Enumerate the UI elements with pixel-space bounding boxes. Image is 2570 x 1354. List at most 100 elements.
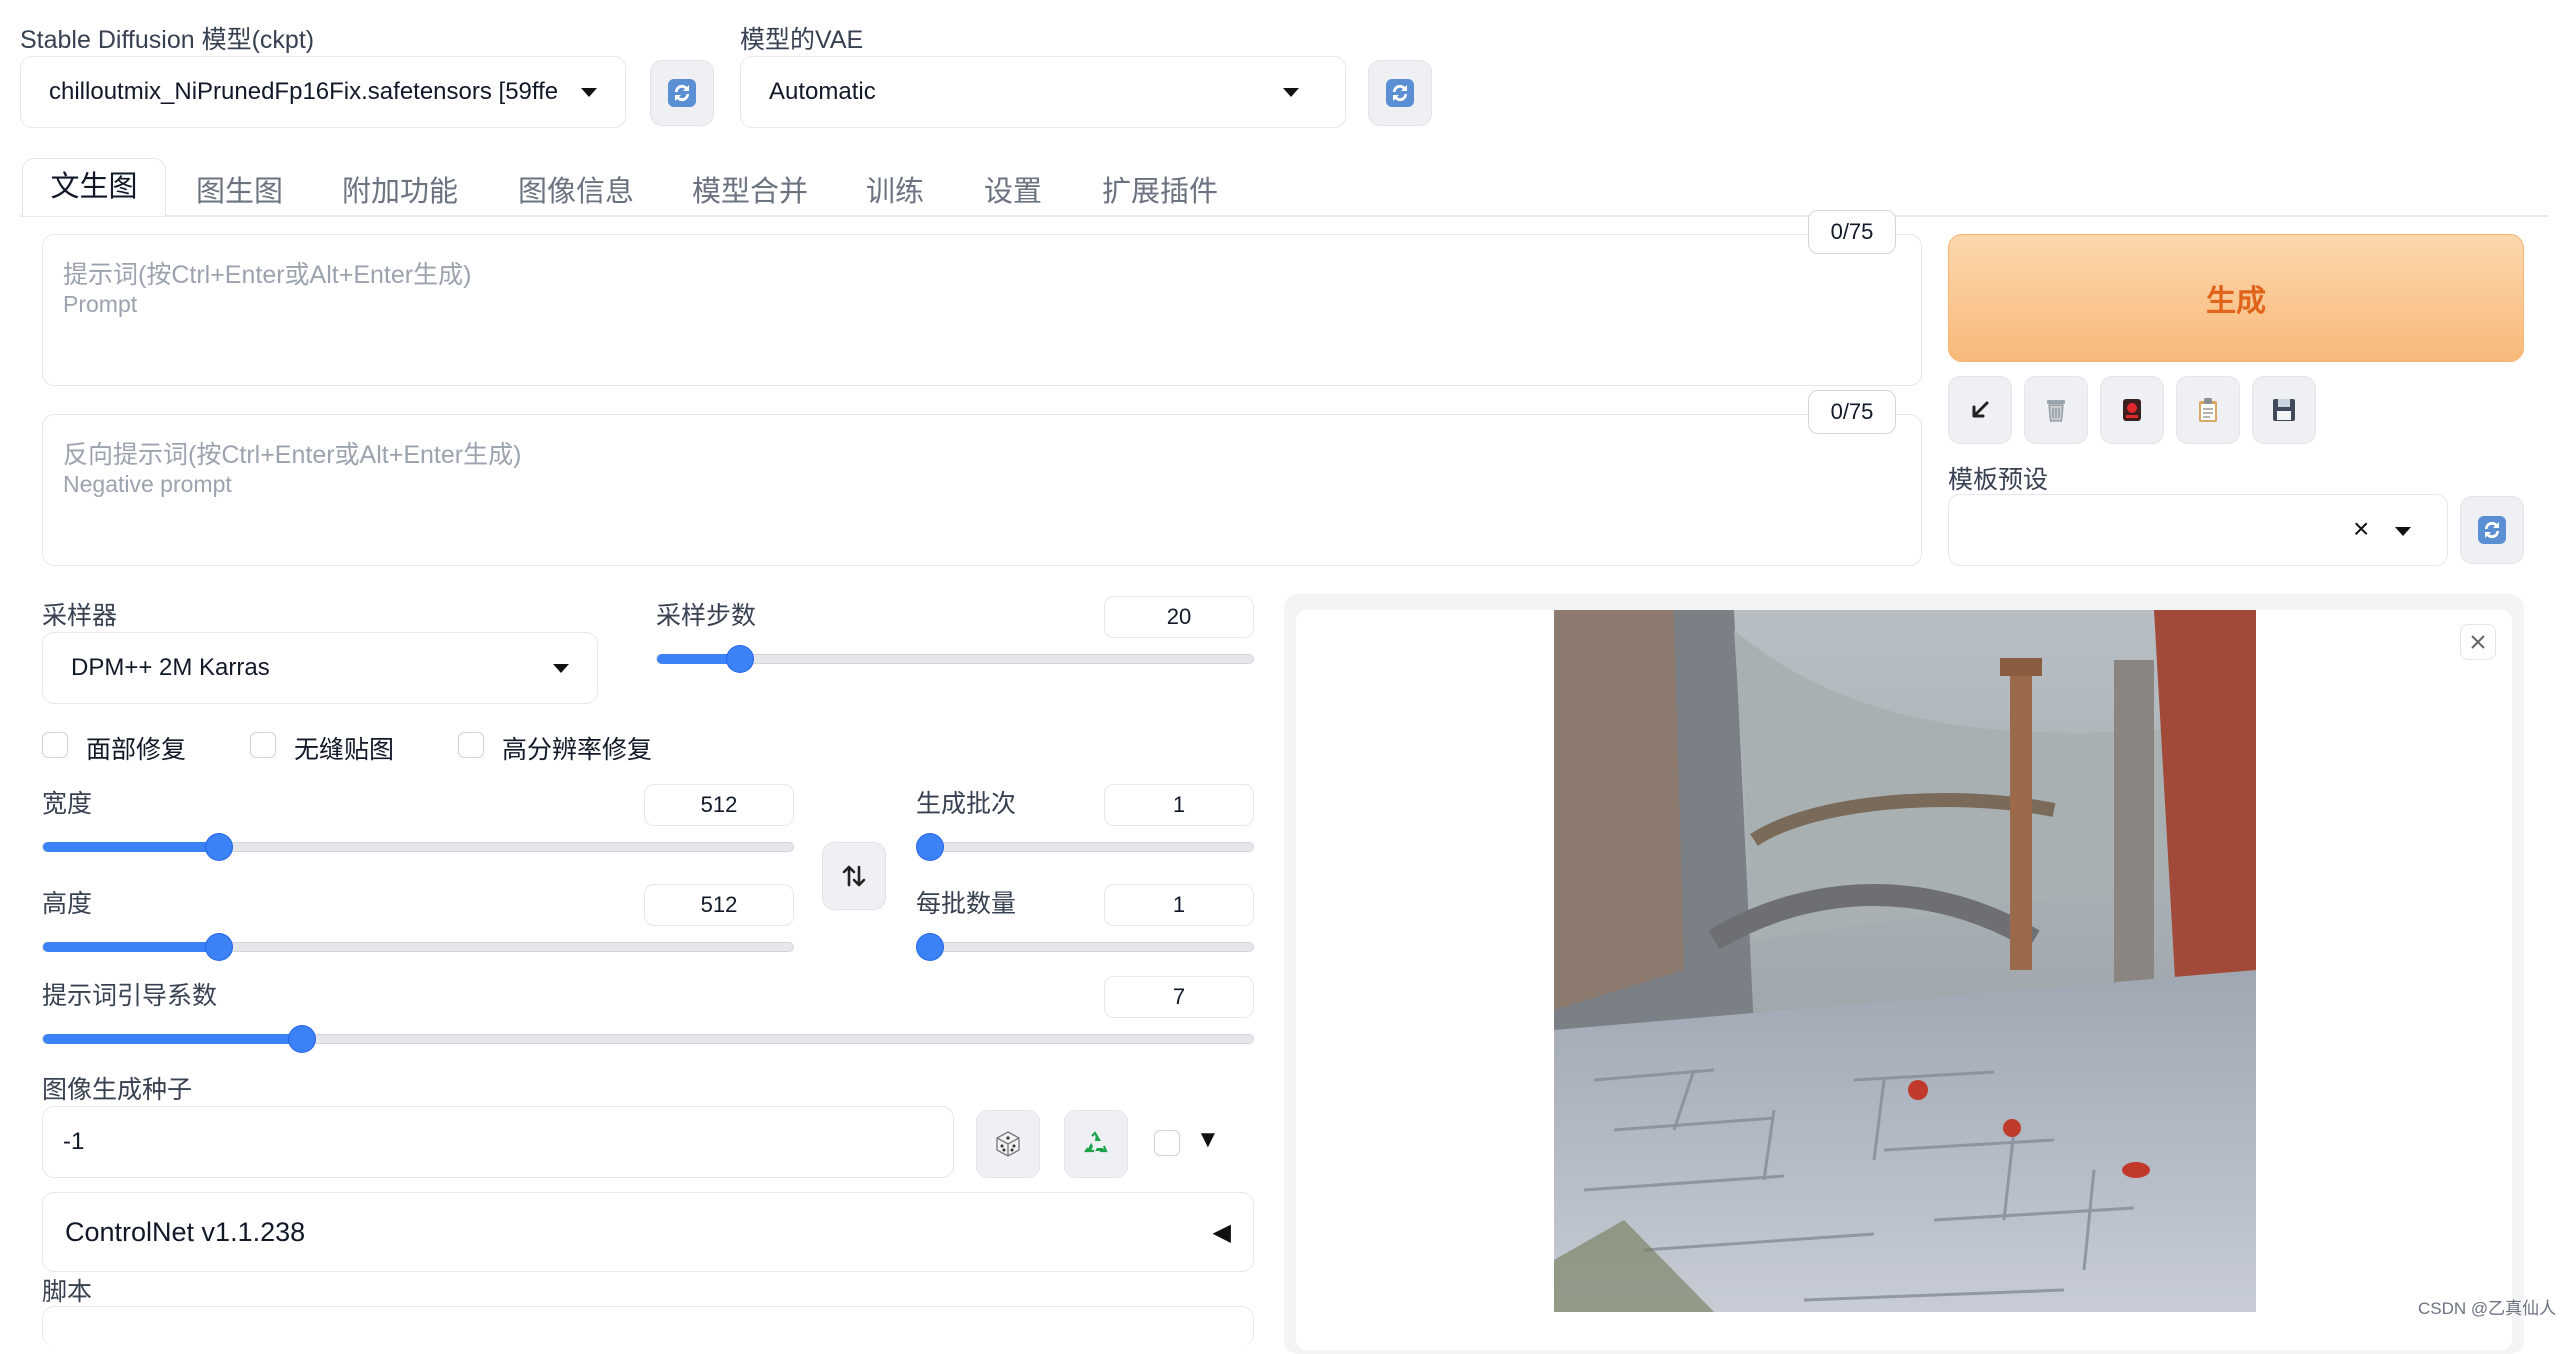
dice-icon — [996, 1131, 1020, 1157]
seed-input[interactable]: -1 — [42, 1106, 954, 1178]
tab-label: 文生图 — [50, 171, 138, 203]
tiling-label: 无缝贴图 — [294, 736, 395, 764]
prompt-placeholder-en: Prompt — [63, 291, 138, 317]
tiling-checkbox[interactable] — [250, 732, 276, 758]
generated-image-artwork — [1554, 610, 2256, 1312]
tab-settings[interactable]: 设置 — [984, 168, 1042, 210]
negative-prompt-placeholder: 反向提示词(按Ctrl+Enter或Alt+Enter生成) — [63, 441, 522, 469]
cfg-slider[interactable] — [42, 1026, 1254, 1052]
recycle-icon — [1083, 1131, 1108, 1153]
cfg-slider-thumb[interactable] — [288, 1026, 315, 1052]
batch-count-input[interactable]: 1 — [1104, 784, 1254, 826]
controlnet-accordion[interactable]: ControlNet v1.1.238 ◀ — [42, 1192, 1254, 1272]
batch-size-label: 每批数量 — [916, 890, 1017, 918]
tab-extras[interactable]: 附加功能 — [342, 168, 458, 210]
vae-value: Automatic — [769, 78, 876, 105]
tab-txt2img[interactable]: 文生图 — [22, 158, 166, 216]
apply-style-button[interactable] — [2176, 376, 2240, 444]
watermark: CSDN @乙真仙人 — [2418, 1299, 2557, 1318]
chevron-down-icon — [2395, 527, 2411, 536]
chevron-down-icon — [553, 663, 569, 673]
steps-label: 采样步数 — [656, 602, 757, 630]
height-slider[interactable] — [42, 934, 794, 960]
tab-img2img[interactable]: 图生图 — [196, 168, 283, 210]
vae-dropdown[interactable]: Automatic — [740, 56, 1346, 128]
chevron-down-icon — [581, 87, 597, 97]
arrow-down-left-icon — [1972, 401, 1989, 418]
sampler-label: 采样器 — [42, 602, 118, 630]
width-slider-thumb[interactable] — [206, 834, 233, 860]
script-label: 脚本 — [42, 1278, 93, 1306]
script-dropdown[interactable] — [42, 1306, 1254, 1346]
extra-networks-button[interactable] — [2100, 376, 2164, 444]
steps-slider-thumb[interactable] — [727, 646, 754, 672]
width-input[interactable]: 512 — [644, 784, 794, 826]
face-restore-checkbox[interactable] — [42, 732, 68, 758]
random-seed-button[interactable] — [976, 1110, 1040, 1178]
steps-input[interactable]: 20 — [1104, 596, 1254, 638]
model-value: chilloutmix_NiPrunedFp16Fix.safetensors … — [49, 78, 559, 105]
steps-slider[interactable] — [656, 646, 1254, 672]
hires-fix-label: 高分辨率修复 — [502, 736, 653, 764]
extra-seed-checkbox[interactable] — [1154, 1130, 1180, 1156]
refresh-icon — [668, 79, 696, 107]
batch-size-slider-thumb[interactable] — [917, 934, 943, 960]
batch-count-slider-thumb[interactable] — [917, 834, 943, 860]
negative-prompt-placeholder-en: Negative prompt — [63, 471, 232, 497]
height-slider-thumb[interactable] — [206, 934, 233, 960]
tab-divider — [20, 215, 2548, 217]
trash-icon — [2047, 400, 2065, 422]
negative-prompt-token-counter: 0/75 — [1808, 390, 1896, 434]
refresh-styles-button[interactable] — [2460, 496, 2524, 564]
model-dropdown[interactable]: chilloutmix_NiPrunedFp16Fix.safetensors … — [20, 56, 626, 128]
prompt-placeholder: 提示词(按Ctrl+Enter或Alt+Enter生成) — [63, 261, 472, 289]
clear-prompt-button[interactable] — [2024, 376, 2088, 444]
styles-dropdown[interactable]: × — [1948, 494, 2448, 566]
width-slider[interactable] — [42, 834, 794, 860]
sampler-dropdown[interactable]: DPM++ 2M Karras — [42, 632, 598, 704]
chevron-down-icon — [1283, 87, 1299, 97]
refresh-model-button[interactable] — [650, 60, 714, 126]
prompt-textarea[interactable]: 提示词(按Ctrl+Enter或Alt+Enter生成) Prompt — [42, 234, 1922, 386]
read-params-button[interactable] — [1948, 376, 2012, 444]
height-input[interactable]: 512 — [644, 884, 794, 926]
close-icon — [2471, 635, 2485, 649]
sampler-value: DPM++ 2M Karras — [71, 654, 270, 681]
refresh-vae-button[interactable] — [1368, 60, 1432, 126]
extra-seed-toggle[interactable]: ▼ — [1196, 1126, 1220, 1154]
reuse-seed-button[interactable] — [1064, 1110, 1128, 1178]
batch-size-slider[interactable] — [916, 934, 1254, 960]
prompt-token-counter: 0/75 — [1808, 210, 1896, 254]
face-restore-label: 面部修复 — [86, 736, 187, 764]
negative-prompt-textarea[interactable]: 反向提示词(按Ctrl+Enter或Alt+Enter生成) Negative … — [42, 414, 1922, 566]
refresh-icon — [2478, 516, 2506, 544]
swap-icon — [842, 865, 866, 887]
model-label: Stable Diffusion 模型(ckpt) — [20, 26, 315, 54]
cfg-label: 提示词引导系数 — [42, 982, 218, 1010]
tab-png-info[interactable]: 图像信息 — [518, 168, 634, 210]
swap-dimensions-button[interactable] — [822, 842, 886, 910]
clipboard-icon — [2199, 398, 2217, 422]
red-card-icon — [2123, 399, 2141, 421]
seed-label: 图像生成种子 — [42, 1076, 193, 1104]
cfg-input[interactable]: 7 — [1104, 976, 1254, 1018]
batch-count-label: 生成批次 — [916, 790, 1017, 818]
controlnet-label: ControlNet v1.1.238 — [65, 1216, 306, 1247]
tab-checkpoint-merger[interactable]: 模型合并 — [692, 168, 808, 210]
generate-button[interactable]: 生成 — [1948, 234, 2524, 362]
generated-image[interactable] — [1554, 610, 2256, 1312]
refresh-icon — [1386, 79, 1414, 107]
save-style-button[interactable] — [2252, 376, 2316, 444]
batch-size-input[interactable]: 1 — [1104, 884, 1254, 926]
collapse-arrow-icon[interactable]: ◀ — [1213, 1218, 1231, 1247]
save-icon — [2273, 399, 2295, 421]
close-icon[interactable]: × — [2353, 513, 2369, 545]
vae-label: 模型的VAE — [740, 26, 864, 54]
height-label: 高度 — [42, 890, 93, 918]
close-gallery-button[interactable] — [2460, 624, 2496, 660]
batch-count-slider[interactable] — [916, 834, 1254, 860]
width-label: 宽度 — [42, 790, 93, 818]
hires-fix-checkbox[interactable] — [458, 732, 484, 758]
tab-train[interactable]: 训练 — [866, 168, 924, 210]
tab-extensions[interactable]: 扩展插件 — [1102, 168, 1218, 210]
